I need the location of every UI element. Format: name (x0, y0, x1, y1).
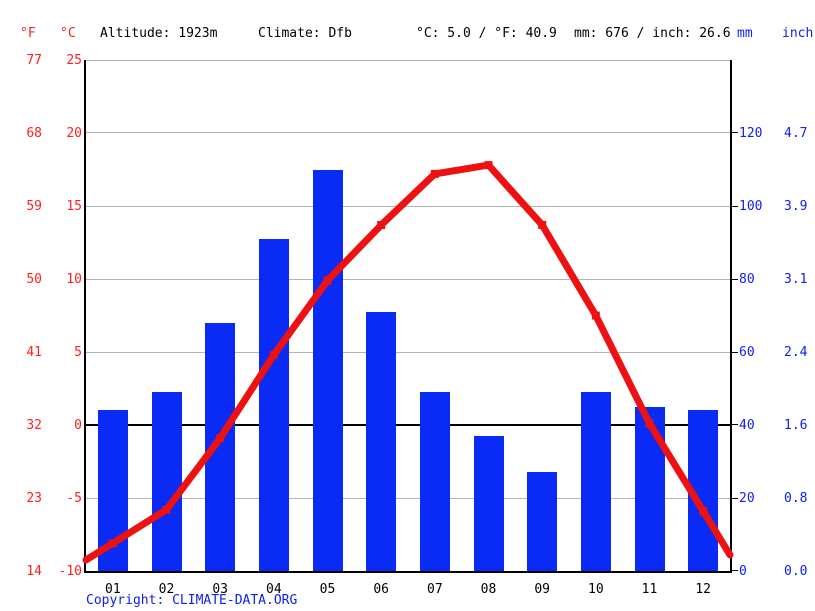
axis-label-c-10: 10 (66, 272, 82, 287)
temperature-point-02 (162, 505, 171, 514)
temperature-point-08 (484, 161, 493, 170)
chart-header: °F °C Altitude: 1923m Climate: Dfb °C: 5… (0, 24, 815, 44)
header-unit-celsius: °C (60, 26, 76, 41)
header-average-precipitation: mm: 676 / inch: 26.6 (574, 26, 731, 41)
axis-label-c-5: 5 (74, 345, 82, 360)
axis-label-c-25: 25 (66, 53, 82, 68)
axis-label-inch-24: 2.4 (784, 345, 808, 360)
header-average-temperature: °C: 5.0 / °F: 40.9 (416, 26, 557, 41)
axis-label-f-23: 23 (26, 491, 42, 506)
tick-mm-100 (732, 206, 738, 207)
axis-label-f-77: 77 (26, 53, 42, 68)
plot-area (82, 60, 738, 573)
temperature-point-06 (377, 221, 386, 229)
temperature-polyline (82, 161, 734, 564)
temperature-point-05 (323, 276, 332, 285)
axis-label-mm-80: 80 (739, 272, 755, 287)
x-axis-label-09: 09 (534, 582, 550, 597)
header-climate: Climate: Dfb (258, 26, 352, 41)
x-axis-label-05: 05 (319, 582, 336, 597)
axis-label-inch-47: 4.7 (784, 126, 808, 141)
axis-label-c-minus5: -5 (66, 491, 82, 506)
axis-label-f-50: 50 (26, 272, 42, 287)
axis-label-mm-120: 120 (739, 126, 763, 141)
axis-label-inch-16: 1.6 (784, 418, 808, 433)
copyright-notice: Copyright: CLIMATE-DATA.ORG (86, 593, 298, 608)
tick-mm-0 (732, 570, 738, 571)
header-unit-fahrenheit: °F (20, 26, 36, 41)
x-axis-label-08: 08 (480, 582, 497, 597)
temperature-point-01 (108, 539, 117, 548)
axis-label-f-32: 32 (26, 418, 42, 433)
temperature-point-07 (430, 169, 439, 178)
axis-label-f-41: 41 (26, 345, 42, 360)
axis-label-inch-39: 3.9 (784, 199, 808, 214)
x-axis-label-06: 06 (373, 582, 389, 597)
axis-line-right (730, 60, 732, 571)
axis-label-f-68: 68 (26, 126, 42, 141)
temperature-point-03 (216, 434, 225, 443)
x-axis-label-10: 10 (588, 582, 604, 597)
header-unit-mm: mm (737, 26, 753, 41)
x-axis-label-12: 12 (695, 582, 711, 597)
axis-label-c-minus10: -10 (58, 564, 82, 579)
tick-mm-40 (732, 424, 738, 425)
axis-label-mm-40: 40 (739, 418, 755, 433)
axis-line-bottom (84, 571, 732, 573)
temperature-point-10 (591, 311, 600, 320)
temperature-point-12 (699, 507, 708, 516)
header-altitude: Altitude: 1923m (100, 26, 218, 41)
axis-label-c-15: 15 (66, 199, 82, 214)
axis-label-mm-60: 60 (739, 345, 755, 360)
climate-chart: °F °C Altitude: 1923m Climate: Dfb °C: 5… (0, 0, 815, 611)
tick-mm-60 (732, 352, 738, 353)
temperature-point-11 (645, 419, 654, 428)
temperature-point-04 (269, 350, 278, 359)
axis-label-c-0: 0 (74, 418, 82, 433)
header-unit-inch: inch (782, 26, 814, 41)
x-axis-label-07: 07 (427, 582, 443, 597)
axis-label-f-14: 14 (26, 564, 42, 579)
axis-label-mm-0: 0 (739, 564, 747, 579)
axis-label-inch-08: 0.8 (784, 491, 808, 506)
temperature-line-chart (82, 161, 734, 564)
tick-mm-80 (732, 279, 738, 280)
temperature-point-09 (538, 221, 547, 229)
axis-label-inch-31: 3.1 (784, 272, 808, 287)
tick-mm-120 (732, 132, 738, 133)
axis-label-c-20: 20 (66, 126, 82, 141)
x-axis-label-11: 11 (641, 582, 658, 597)
axis-label-mm-100: 100 (739, 199, 763, 214)
axis-label-f-59: 59 (26, 199, 42, 214)
axis-label-mm-20: 20 (739, 491, 755, 506)
axis-label-inch-00: 0.0 (784, 564, 808, 579)
tick-mm-20 (732, 498, 738, 499)
